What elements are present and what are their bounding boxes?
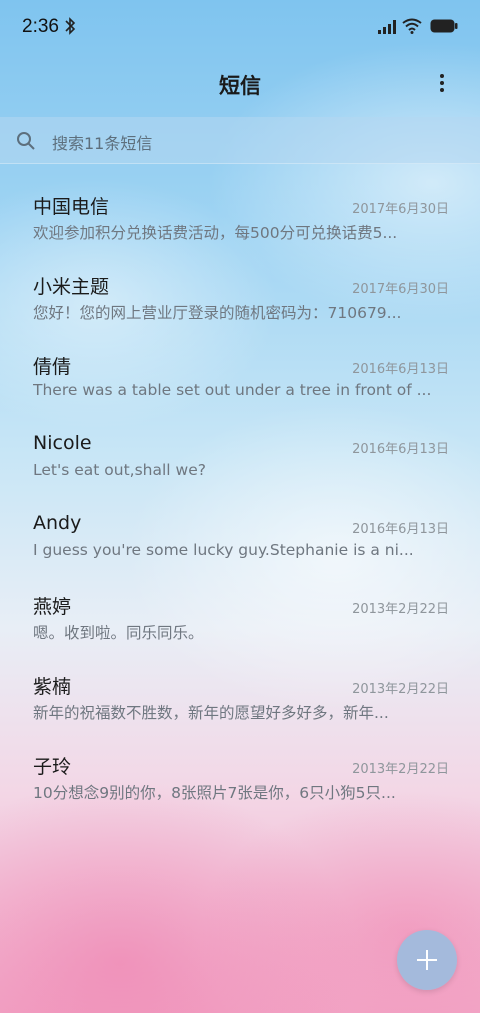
message-date: 2016年6月13日 [352,362,449,377]
message-preview: 嗯。收到啦。同乐同乐。 [33,624,204,642]
message-preview: 10分想念9别的你，8张照片7张是你，6只小狗5只... [33,784,396,802]
search-bar[interactable]: 搜索11条短信 [0,117,480,164]
message-date: 2013年2月22日 [352,602,449,617]
new-message-button[interactable] [397,930,457,990]
contact-name: 燕婷 [33,596,72,618]
message-preview: 新年的祝福数不胜数，新年的愿望好多好多，新年... [33,704,389,722]
message-item[interactable]: 倩倩 2016年6月13日 There was a table set out … [0,340,480,420]
more-vertical-icon[interactable] [430,68,454,100]
contact-name: Nicole [33,432,92,454]
contact-name: 紫楠 [33,676,72,698]
message-preview: Let's eat out,shall we? [33,461,206,479]
message-item[interactable]: 燕婷 2013年2月22日 嗯。收到啦。同乐同乐。 [0,580,480,660]
message-date: 2017年6月30日 [352,282,449,297]
message-item[interactable]: Andy 2016年6月13日 I guess you're some luck… [0,500,480,580]
contact-name: 倩倩 [33,356,72,378]
message-item[interactable]: 紫楠 2013年2月22日 新年的祝福数不胜数，新年的愿望好多好多，新年... [0,660,480,740]
message-item[interactable]: 中国电信 2017年6月30日 欢迎参加积分兑换话费活动，每500分可兑换话费5… [0,180,480,260]
message-preview: There was a table set out under a tree i… [33,381,432,399]
message-date: 2013年2月22日 [352,682,449,697]
message-item[interactable]: 小米主题 2017年6月30日 您好！您的网上营业厅登录的随机密码为：71067… [0,260,480,340]
signal-icon [378,20,396,34]
message-preview: 您好！您的网上营业厅登录的随机密码为：710679... [33,304,402,322]
message-date: 2017年6月30日 [352,202,449,217]
message-preview: I guess you're some lucky guy.Stephanie … [33,541,414,559]
bluetooth-icon [65,17,76,35]
page-title: 短信 [219,74,261,98]
contact-name: 小米主题 [33,276,110,298]
battery-icon [430,19,458,33]
message-date: 2013年2月22日 [352,762,449,777]
wifi-icon [402,18,422,34]
message-item[interactable]: Nicole 2016年6月13日 Let's eat out,shall we… [0,420,480,500]
message-item[interactable]: 子玲 2013年2月22日 10分想念9别的你，8张照片7张是你，6只小狗5只.… [0,740,480,820]
message-date: 2016年6月13日 [352,522,449,537]
contact-name: 子玲 [33,756,72,778]
status-time: 2:36 [22,16,59,37]
plus-icon [417,950,437,970]
search-input[interactable]: 搜索11条短信 [52,130,152,154]
search-icon [17,132,35,150]
contact-name: Andy [33,512,82,534]
message-date: 2016年6月13日 [352,442,449,457]
message-preview: 欢迎参加积分兑换话费活动，每500分可兑换话费5... [33,224,398,242]
contact-name: 中国电信 [33,196,110,218]
status-bar: 2:36 [0,0,480,54]
